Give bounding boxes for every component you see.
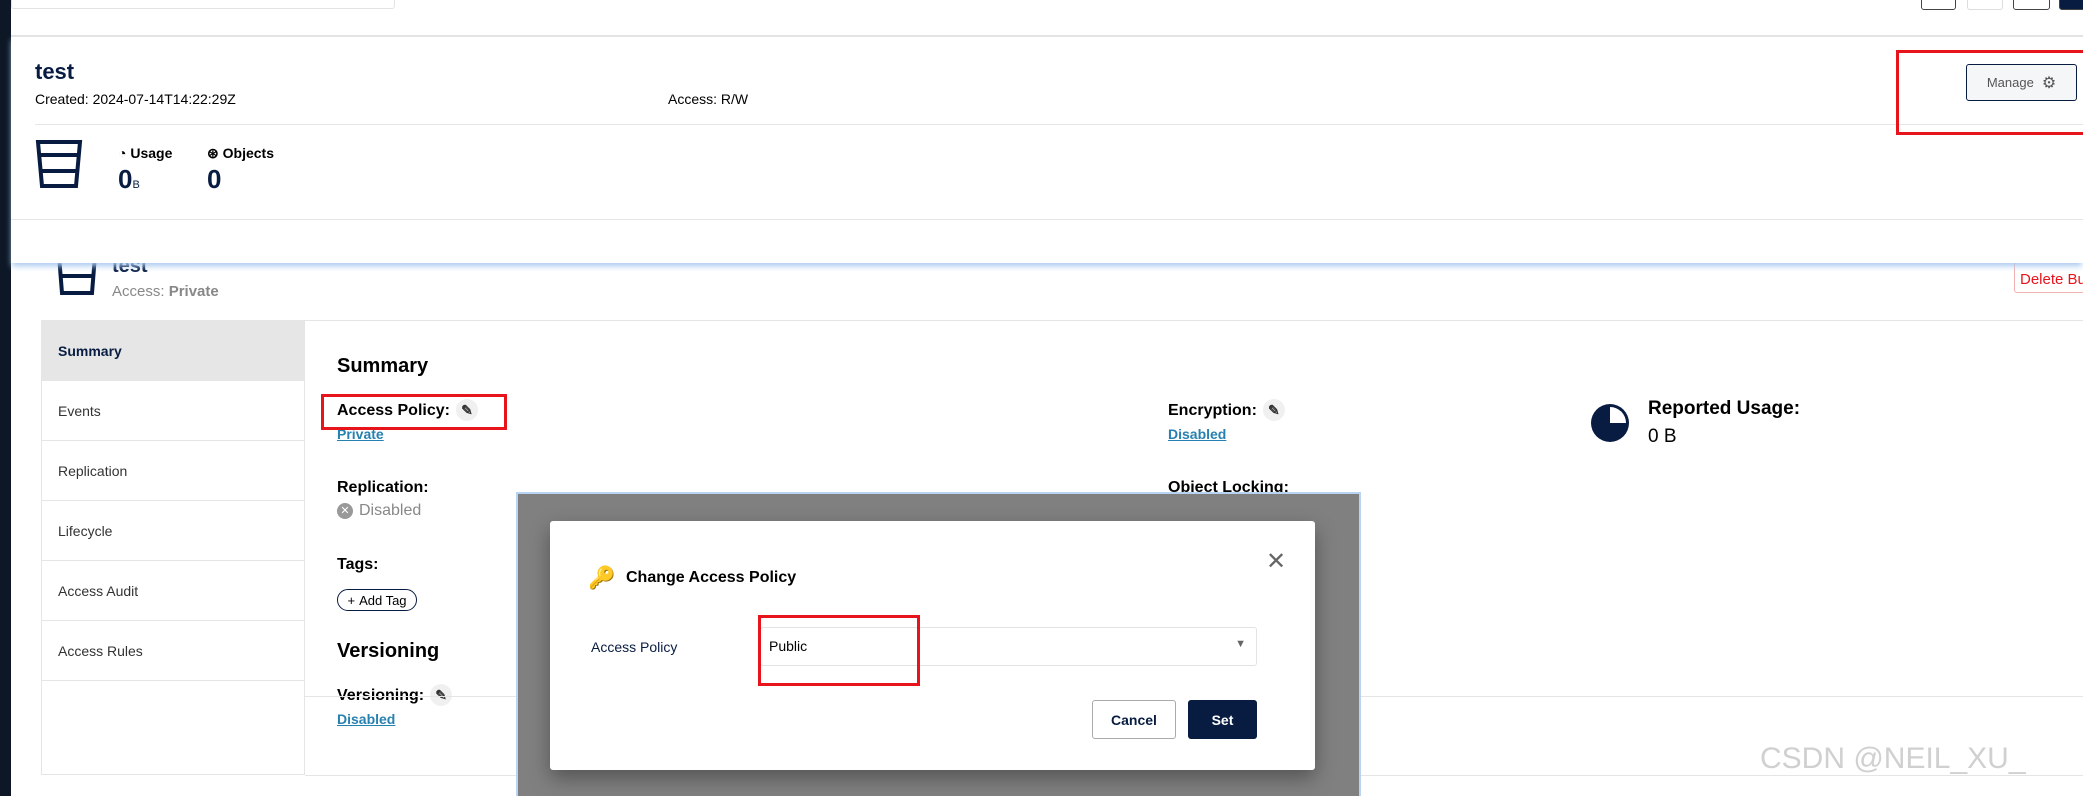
bucket-tabs: Summary Events Replication Lifecycle Acc… <box>41 320 305 775</box>
created-date: Created: 2024-07-14T14:22:29Z <box>35 91 236 107</box>
objects-icon: ⊛ <box>207 145 219 161</box>
chevron-down-icon: ▼ <box>1235 638 1246 650</box>
pencil-icon[interactable]: ✎ <box>1262 399 1285 421</box>
background-window-edge <box>0 0 11 796</box>
tab-events[interactable]: Events <box>42 381 304 441</box>
toolbar-button[interactable] <box>1967 0 2003 10</box>
pie-chart-icon: ◔ <box>118 145 127 161</box>
tab-lifecycle[interactable]: Lifecycle <box>42 501 304 561</box>
pencil-icon[interactable]: ✎ <box>455 399 478 421</box>
access-policy-select[interactable]: Public ▼ <box>760 627 1257 666</box>
usage-label: ◔ Usage <box>118 145 173 161</box>
tags-label: Tags: <box>337 556 379 573</box>
reported-usage-value: 0 B <box>1648 426 1677 447</box>
usage-pie-icon <box>1591 404 1629 442</box>
divider <box>41 320 2083 321</box>
access-mode: Access: R/W <box>668 91 749 107</box>
access-policy-field-label: Access Policy <box>591 639 678 655</box>
x-circle-icon: ✕ <box>337 503 353 519</box>
versioning-heading: Versioning <box>337 640 440 662</box>
summary-heading: Summary <box>337 355 429 377</box>
objects-label: ⊛ Objects <box>207 145 274 161</box>
tab-replication[interactable]: Replication <box>42 441 304 501</box>
bucket-card: test Created: 2024-07-14T14:22:29Z Acces… <box>11 35 2083 263</box>
toolbar-button[interactable] <box>2013 0 2050 10</box>
manage-button[interactable]: Manage ⚙ <box>1966 64 2077 101</box>
replication-status: ✕ Disabled <box>337 502 421 520</box>
watermark: CSDN @NEIL_XU_ <box>1760 742 2026 775</box>
tab-summary[interactable]: Summary <box>42 321 304 381</box>
usage-value: 0B <box>118 164 140 194</box>
bucket-name: test <box>35 59 75 84</box>
bucket-icon <box>35 140 83 188</box>
encryption-label: Encryption: ✎ <box>1168 399 1285 421</box>
versioning-link[interactable]: Disabled <box>337 711 395 727</box>
search-input[interactable] <box>11 0 395 9</box>
gear-icon: ⚙ <box>2041 74 2057 92</box>
tab-access-audit[interactable]: Access Audit <box>42 561 304 621</box>
access-policy-label: Access Policy: ✎ <box>337 399 478 421</box>
reported-usage-label: Reported Usage: <box>1648 398 1801 419</box>
encryption-link[interactable]: Disabled <box>1168 426 1226 442</box>
objects-value: 0 <box>207 164 222 194</box>
toolbar-button[interactable] <box>1921 0 1956 10</box>
key-icon: 🔑 <box>588 565 616 590</box>
access-policy-link[interactable]: Private <box>337 426 384 442</box>
plus-icon: + <box>347 592 356 608</box>
change-access-policy-dialog: 🔑 Change Access Policy ✕ Access Policy P… <box>550 521 1315 770</box>
delete-bucket-button[interactable]: Delete Bu <box>2014 262 2083 293</box>
dialog-title: Change Access Policy <box>626 569 797 586</box>
cancel-button[interactable]: Cancel <box>1092 700 1176 739</box>
divider <box>11 219 2083 220</box>
replication-label: Replication: <box>337 479 429 496</box>
close-icon[interactable]: ✕ <box>1266 547 1286 576</box>
pencil-icon[interactable]: ✎ <box>430 684 453 706</box>
versioning-label: Versioning: ✎ <box>337 684 453 706</box>
divider <box>35 124 2083 125</box>
add-tag-button[interactable]: + Add Tag <box>337 589 417 611</box>
toolbar-primary-button[interactable] <box>2059 0 2083 10</box>
set-button[interactable]: Set <box>1188 700 1257 739</box>
bucket-access: Access: Private <box>112 283 219 300</box>
tab-access-rules[interactable]: Access Rules <box>42 621 304 681</box>
